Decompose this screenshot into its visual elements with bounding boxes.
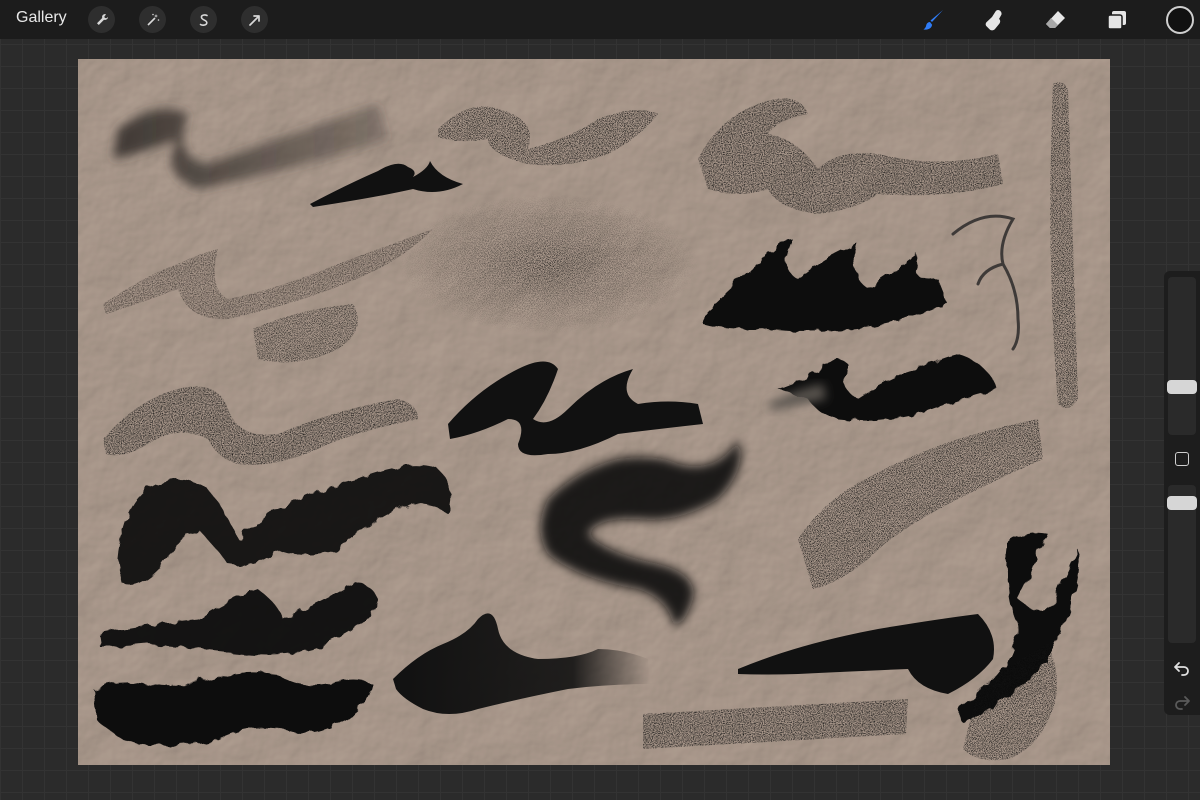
wrench-icon — [96, 13, 108, 25]
undo-arrow-icon[interactable] — [1173, 659, 1191, 677]
smudge-tool-button[interactable] — [980, 5, 1010, 35]
transform-button[interactable] — [241, 6, 268, 33]
layers-icon — [1107, 11, 1126, 30]
brush-sidebar — [1164, 271, 1200, 715]
arrow-cursor-icon — [248, 14, 260, 26]
adjustments-button[interactable] — [139, 6, 166, 33]
selection-button[interactable] — [190, 6, 217, 33]
brush-tool-button[interactable] — [919, 5, 949, 35]
modify-button[interactable] — [1175, 452, 1189, 466]
brush-size-slider[interactable] — [1168, 277, 1196, 435]
brush-size-handle[interactable] — [1167, 380, 1197, 394]
procreate-app: Gallery — [0, 0, 1200, 800]
top-toolbar: Gallery — [0, 0, 1200, 39]
brush-strokes-artwork — [78, 59, 1110, 765]
eraser-tool-button[interactable] — [1041, 5, 1071, 35]
actions-button[interactable] — [88, 6, 115, 33]
smudge-finger-icon — [985, 10, 1002, 31]
opacity-handle[interactable] — [1167, 496, 1197, 510]
drawing-canvas[interactable] — [78, 59, 1110, 765]
gallery-button[interactable]: Gallery — [16, 9, 67, 27]
selection-s-icon — [199, 13, 208, 26]
layers-button[interactable] — [1102, 5, 1132, 35]
eraser-icon — [1046, 11, 1065, 28]
magic-wand-icon — [146, 13, 159, 26]
brush-icon — [923, 10, 943, 30]
redo-arrow-icon[interactable] — [1173, 693, 1191, 711]
color-picker-swatch[interactable] — [1166, 6, 1194, 34]
